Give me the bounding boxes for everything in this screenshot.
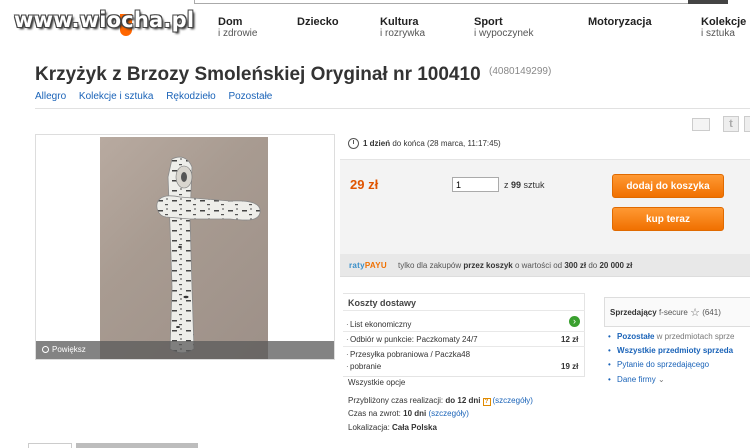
product-image-panel: Powiększ [35, 134, 335, 360]
price-box: 29 zł z 99 sztuk dodaj do koszyka kup te… [340, 159, 750, 254]
star-icon: ☆ [690, 307, 700, 319]
offer-id: (4080149299) [489, 66, 552, 77]
shipping-row: List ekonomiczny [346, 320, 411, 329]
divider [343, 331, 585, 332]
seller-info: Sprzedający f-secure ☆ (641) [610, 307, 721, 319]
buy-now-button[interactable]: kup teraz [612, 207, 724, 231]
twitter-share-icon[interactable]: t [723, 116, 739, 132]
quantity-input[interactable] [452, 177, 499, 192]
nav-item-dziecko[interactable]: Dziecko [297, 16, 339, 28]
seller-other-items-link[interactable]: Pozostałe w przedmiotach sprze [608, 332, 734, 341]
page-title: Krzyżyk z Brzozy Smoleńskiej Oryginał nr… [35, 64, 481, 85]
product-photo[interactable] [100, 137, 268, 359]
breadcrumb-item[interactable]: Kolekcje i sztuka [79, 91, 153, 102]
magnifier-icon [42, 346, 49, 353]
payu-raty-logo: ratyPAYU [349, 261, 387, 270]
seller-name[interactable]: f-secure [659, 308, 688, 317]
nav-item-motoryzacja[interactable]: Motoryzacja [588, 16, 652, 28]
title-divider [35, 108, 750, 109]
seller-all-items-link[interactable]: Wszystkie przedmioty sprzeda [608, 346, 733, 355]
nav-item-kultura[interactable]: Kultura i rozrywka [380, 16, 425, 40]
details-link[interactable]: (szczegóły) [429, 409, 469, 418]
all-shipping-options-link[interactable]: Wszystkie opcje [348, 378, 405, 387]
breadcrumb-item[interactable]: Allegro [35, 91, 66, 102]
shipping-title: Koszty dostawy [348, 298, 417, 308]
realization-time: Przybliżony czas realizacji: do 12 dni?(… [348, 396, 533, 406]
watermark: www.wiocha.pl [14, 8, 195, 32]
top-navigation: www.wiocha.pl Dom i zdrowie Dziecko Kult… [0, 0, 750, 46]
seller-rating[interactable]: (641) [702, 308, 721, 317]
mail-share-icon[interactable] [692, 118, 710, 131]
nav-item-sport[interactable]: Sport i wypoczynek [474, 16, 533, 40]
quantity-available: z 99 sztuk [504, 180, 545, 190]
zoom-button[interactable]: Powiększ [36, 341, 334, 359]
nav-item-kolekcje[interactable]: Kolekcje i sztuka [701, 16, 746, 40]
return-time: Czas na zwrot: 10 dni (szczegóły) [348, 409, 469, 418]
tab[interactable] [76, 443, 198, 448]
breadcrumb-item[interactable]: Rękodzieło [166, 91, 215, 102]
shipping-row-sub: pobranie [346, 362, 381, 371]
divider [343, 310, 585, 311]
price: 29 zł [350, 177, 379, 192]
time-remaining: 1 dzień do końca (28 marca, 11:17:45) [363, 139, 501, 148]
add-to-cart-button[interactable]: dodaj do koszyka [612, 174, 724, 198]
installments-bar: ratyPAYU tylko dla zakupów przez koszyk … [340, 254, 750, 277]
divider [343, 346, 585, 347]
clock-icon [348, 138, 359, 149]
search-input[interactable] [194, 0, 728, 4]
birch-cross-image [156, 156, 261, 354]
location: Lokalizacja: Cała Polska [348, 423, 437, 432]
breadcrumb: Allegro Kolekcje i sztuka Rękodzieło Poz… [35, 91, 282, 102]
shipping-price: 12 zł [561, 335, 579, 344]
details-link[interactable]: (szczegóły) [493, 396, 533, 405]
company-data-link[interactable]: Dane firmy ⌄ [608, 375, 665, 384]
shipping-row: Przesyłka pobraniowa / Paczka48 [346, 350, 470, 359]
shipping-price: 19 zł [561, 362, 579, 371]
search-button[interactable] [688, 0, 728, 4]
nav-item-dom[interactable]: Dom i zdrowie [218, 16, 257, 40]
chevron-down-icon: ⌄ [657, 375, 665, 384]
share-icon[interactable] [744, 116, 750, 132]
info-icon[interactable]: ? [482, 398, 491, 406]
shipping-row: Odbiór w punkcie: Paczkomaty 24/7 [346, 335, 478, 344]
ask-seller-link[interactable]: Pytanie do sprzedającego [608, 360, 709, 369]
installments-text: tylko dla zakupów przez koszyk o wartośc… [398, 261, 633, 270]
breadcrumb-item[interactable]: Pozostałe [228, 91, 272, 102]
tab[interactable] [28, 443, 72, 448]
arrow-icon[interactable]: › [569, 316, 580, 327]
